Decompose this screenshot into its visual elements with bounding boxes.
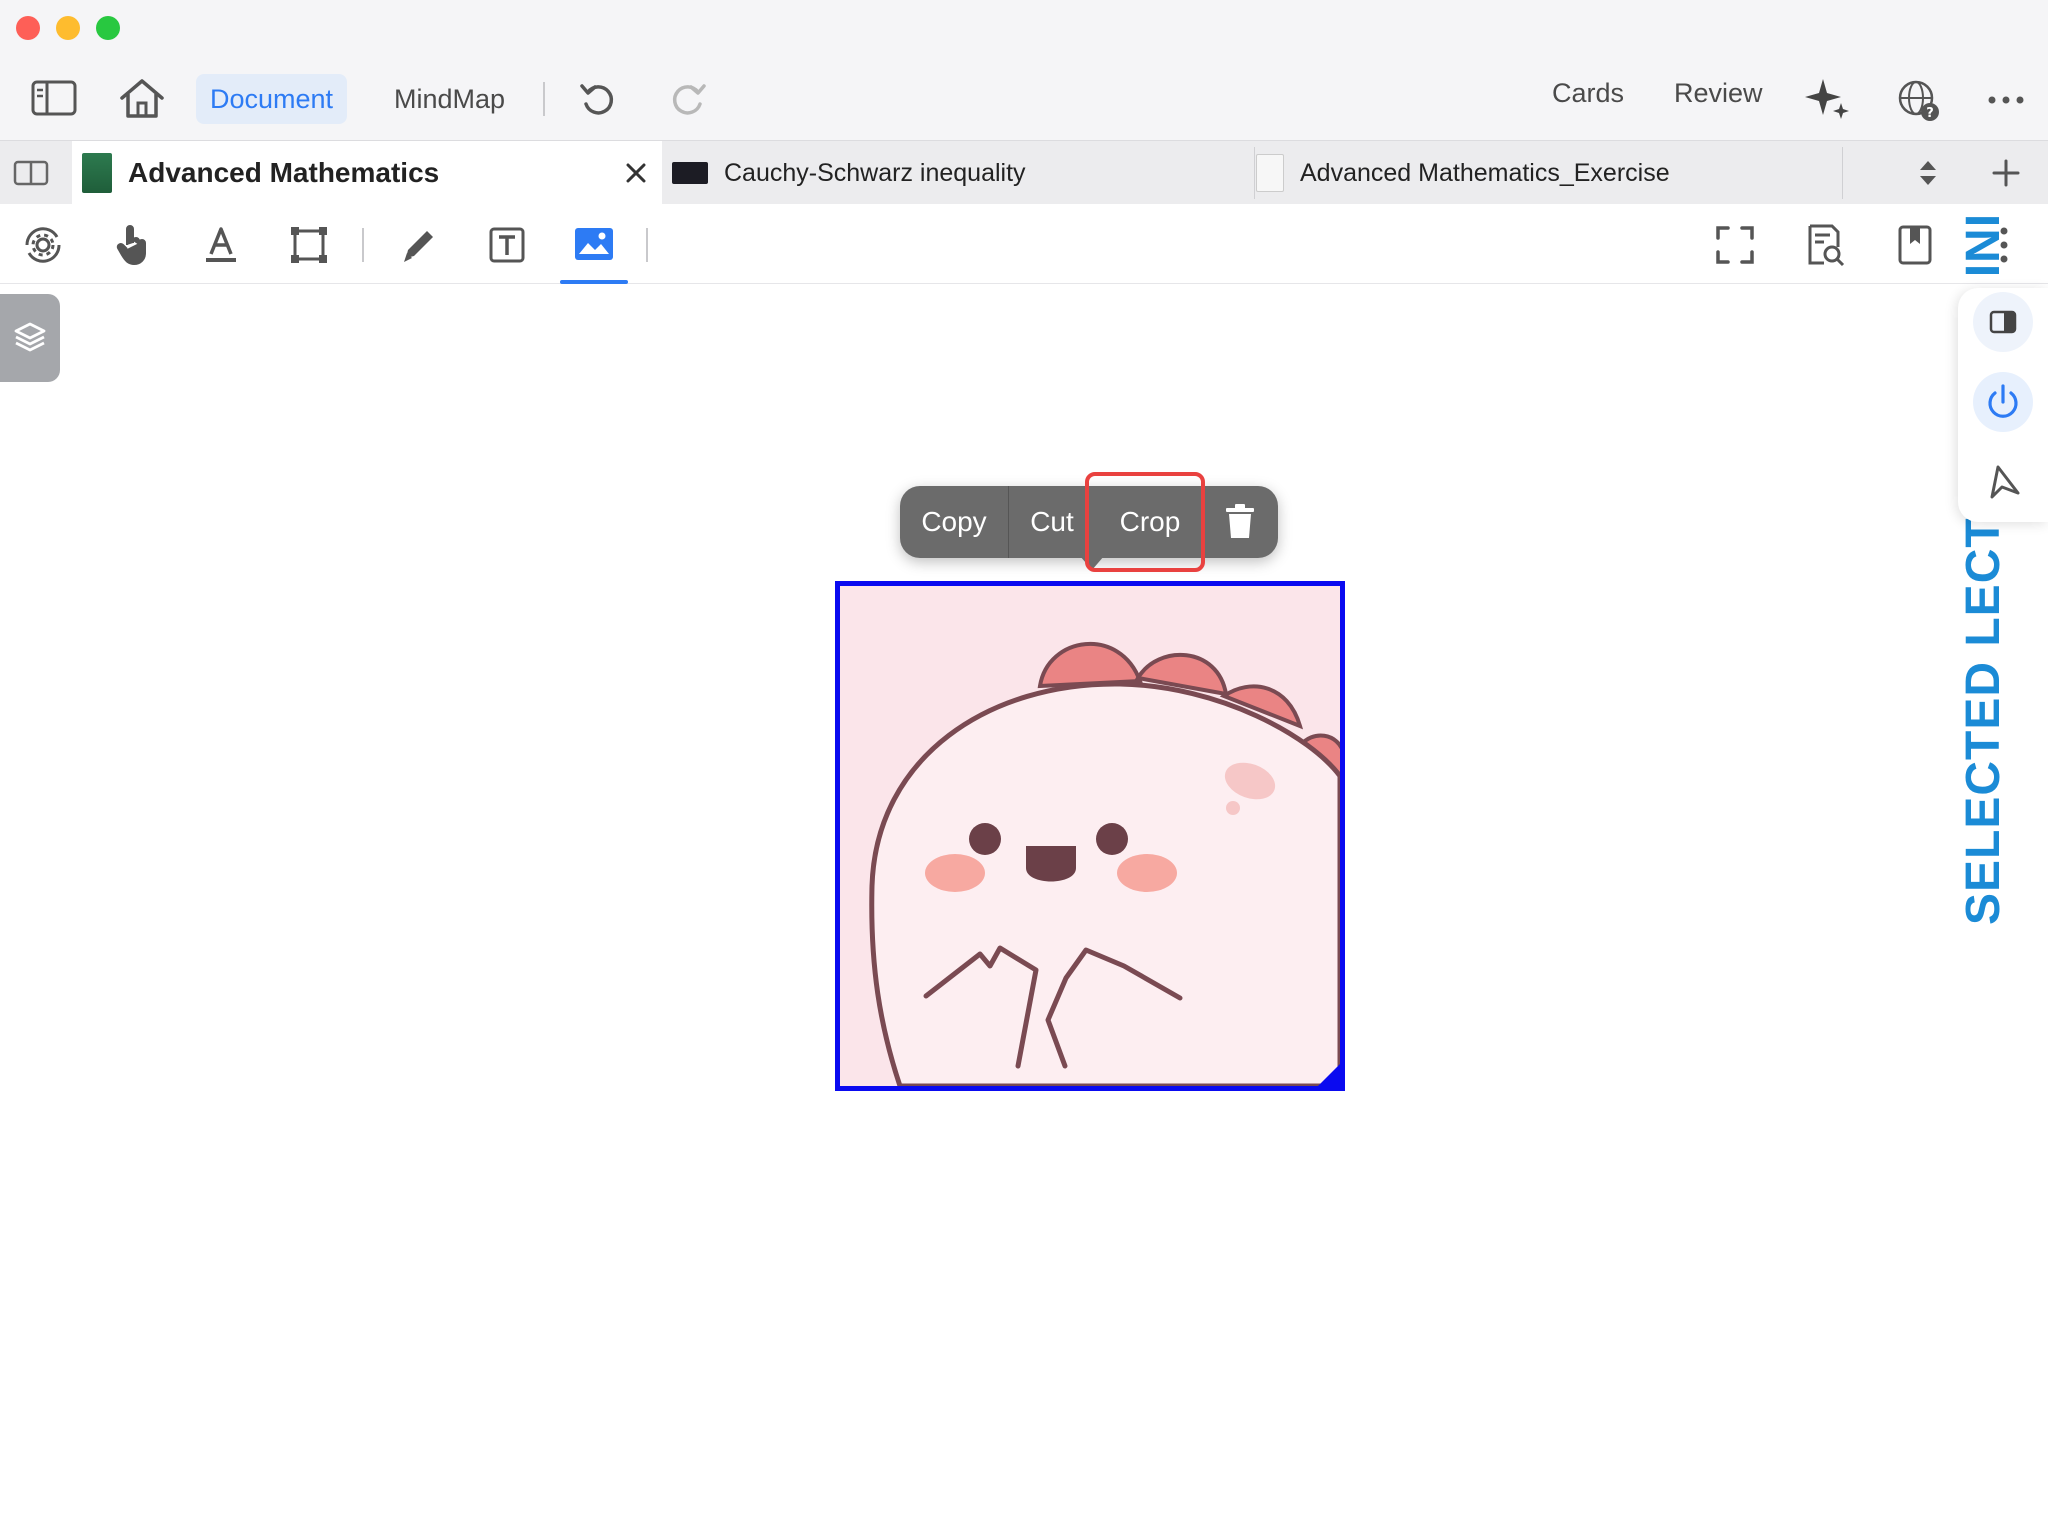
doc-tab-title: Cauchy-Schwarz inequality xyxy=(724,158,1026,187)
text-highlight-icon[interactable] xyxy=(196,222,246,268)
maximize-window-button[interactable] xyxy=(96,16,120,40)
image-tool-icon[interactable] xyxy=(568,222,620,268)
annotation-toolbar xyxy=(0,204,2048,284)
minimize-window-button[interactable] xyxy=(56,16,80,40)
ai-sparkle-icon[interactable] xyxy=(1804,74,1852,122)
close-tab-icon[interactable] xyxy=(622,159,650,187)
layers-icon xyxy=(14,322,46,352)
close-window-button[interactable] xyxy=(16,16,40,40)
power-icon[interactable] xyxy=(1973,372,2033,432)
pencil-icon[interactable] xyxy=(394,222,444,268)
dinosaur-sticker-image xyxy=(840,586,1340,1086)
tab-sort-icon[interactable] xyxy=(1910,155,1946,191)
toolbar-divider xyxy=(646,228,648,262)
doc-tab-title: Advanced Mathematics_Exercise xyxy=(1300,158,1670,187)
text-box-icon[interactable] xyxy=(482,222,532,268)
side-floating-panel xyxy=(1958,288,2048,522)
web-help-icon[interactable]: ? xyxy=(1894,76,1942,124)
bookmark-book-icon[interactable] xyxy=(1890,222,1940,268)
redo-icon[interactable] xyxy=(666,78,710,122)
doc-tab-advanced-mathematics[interactable]: Advanced Mathematics xyxy=(72,141,662,205)
toolbar-divider xyxy=(362,228,364,262)
active-tool-indicator xyxy=(560,280,628,284)
sync-settings-icon[interactable] xyxy=(18,222,68,268)
top-bar: Document MindMap Cards Review ? xyxy=(0,56,2048,140)
topbar-divider xyxy=(543,82,545,116)
split-view-icon[interactable] xyxy=(12,157,50,189)
doc-tab-exercise[interactable]: Advanced Mathematics_Exercise xyxy=(1256,141,1842,205)
hand-pointer-icon[interactable] xyxy=(108,222,158,268)
copy-button[interactable]: Copy xyxy=(900,486,1008,558)
delete-button[interactable] xyxy=(1205,486,1275,558)
review-link[interactable]: Review xyxy=(1674,78,1763,109)
send-arrow-icon[interactable] xyxy=(1973,452,2033,512)
window-titlebar xyxy=(0,0,2048,56)
area-select-icon[interactable] xyxy=(284,222,334,268)
image-resize-handle[interactable] xyxy=(1318,1064,1340,1086)
doc-tab-title: Advanced Mathematics xyxy=(128,157,440,188)
undo-icon[interactable] xyxy=(576,78,620,122)
book-thumbnail xyxy=(82,153,112,193)
new-tab-icon[interactable] xyxy=(1988,155,2024,191)
document-thumbnail xyxy=(1256,154,1284,192)
crop-highlight-box xyxy=(1085,472,1205,572)
tab-mindmap[interactable]: MindMap xyxy=(380,74,519,124)
layers-button[interactable] xyxy=(0,294,60,382)
svg-text:?: ? xyxy=(1926,106,1934,121)
tab-divider xyxy=(1254,147,1255,199)
home-icon[interactable] xyxy=(116,74,168,122)
more-options-icon[interactable] xyxy=(1984,78,2028,122)
cut-button[interactable]: Cut xyxy=(1009,486,1095,558)
tab-divider xyxy=(1842,147,1843,199)
trash-icon xyxy=(1226,504,1254,538)
document-tab-bar: Advanced Mathematics Cauchy-Schwarz ineq… xyxy=(0,140,2048,205)
video-thumbnail xyxy=(672,162,708,184)
tab-document[interactable]: Document xyxy=(196,74,348,124)
panel-toggle-icon[interactable] xyxy=(1973,292,2033,352)
sidebar-toggle-icon[interactable] xyxy=(28,76,80,120)
cards-link[interactable]: Cards xyxy=(1552,78,1624,109)
fullscreen-icon[interactable] xyxy=(1710,222,1760,268)
doc-tab-cauchy-schwarz[interactable]: Cauchy-Schwarz inequality xyxy=(668,141,1254,205)
selected-image[interactable] xyxy=(835,581,1345,1091)
search-document-icon[interactable] xyxy=(1800,222,1850,268)
